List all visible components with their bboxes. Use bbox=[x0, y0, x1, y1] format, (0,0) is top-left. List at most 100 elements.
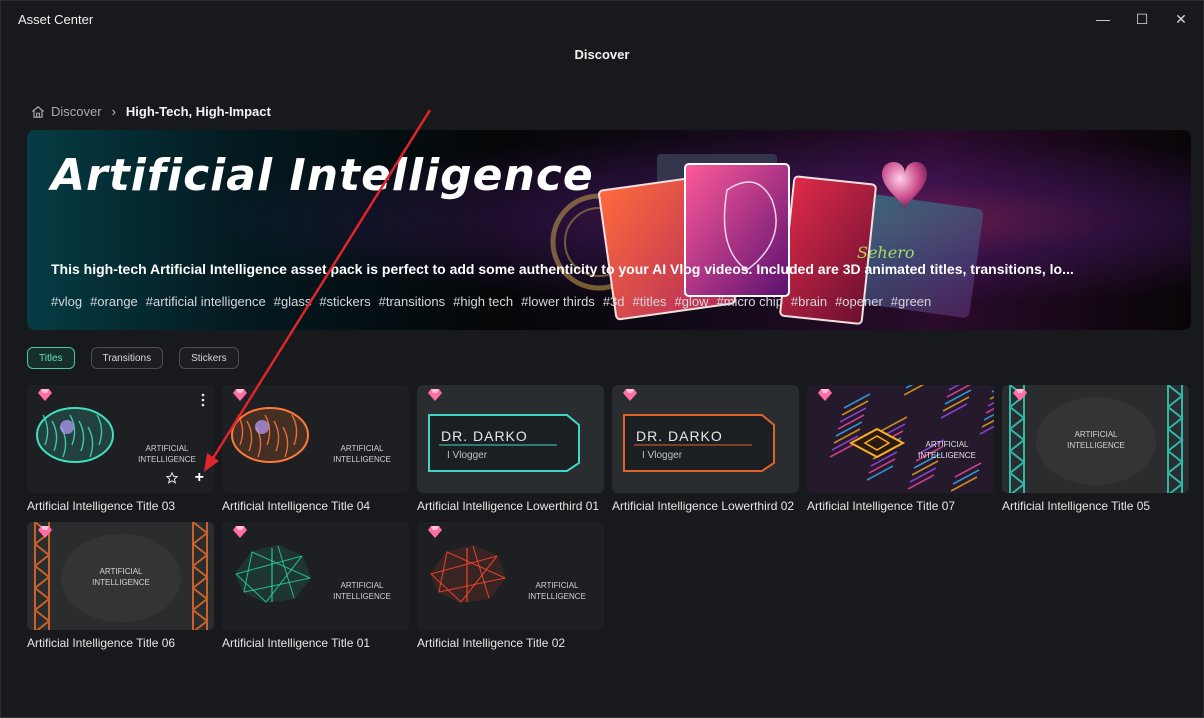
tag-item[interactable]: #titles bbox=[633, 294, 667, 309]
premium-gem-icon bbox=[428, 526, 442, 538]
svg-text:INTELLIGENCE: INTELLIGENCE bbox=[528, 592, 586, 601]
premium-gem-icon bbox=[233, 526, 247, 538]
svg-text:I Vlogger: I Vlogger bbox=[447, 450, 488, 461]
svg-text:INTELLIGENCE: INTELLIGENCE bbox=[333, 592, 391, 601]
svg-text:ARTIFICIAL: ARTIFICIAL bbox=[100, 567, 144, 576]
asset-thumbnail[interactable]: ARTIFICIAL INTELLIGENCE + bbox=[27, 385, 214, 493]
svg-text:INTELLIGENCE: INTELLIGENCE bbox=[138, 455, 196, 464]
maximize-button[interactable]: ☐ bbox=[1128, 7, 1156, 31]
asset-thumbnail[interactable]: ARTIFICIAL INTELLIGENCE bbox=[222, 385, 409, 493]
title-bar: Asset Center — ☐ ✕ bbox=[1, 1, 1203, 37]
asset-thumbnail[interactable]: ARTIFICIAL INTELLIGENCE bbox=[27, 522, 214, 630]
asset-thumbnail[interactable]: ARTIFICIAL INTELLIGENCE bbox=[222, 522, 409, 630]
svg-text:DR. DARKO: DR. DARKO bbox=[636, 428, 723, 444]
premium-gem-icon bbox=[233, 389, 247, 401]
breadcrumb-separator: › bbox=[111, 104, 116, 119]
tag-item[interactable]: #brain bbox=[791, 294, 827, 309]
svg-text:ARTIFICIAL: ARTIFICIAL bbox=[1075, 430, 1119, 439]
asset-card[interactable]: ARTIFICIAL INTELLIGENCE Artificial Intelli… bbox=[27, 522, 214, 650]
breadcrumb: Discover › High-Tech, High-Impact bbox=[31, 104, 271, 119]
asset-title: Artificial Intelligence Lowerthird 01 bbox=[417, 499, 600, 513]
svg-text:INTELLIGENCE: INTELLIGENCE bbox=[918, 451, 976, 460]
thumbnail-preview: ARTIFICIAL INTELLIGENCE bbox=[1002, 385, 1189, 493]
asset-card[interactable]: ARTIFICIAL INTELLIGENCE Artificial Intelli… bbox=[417, 522, 604, 650]
tag-item[interactable]: #glow bbox=[674, 294, 708, 309]
app-title: Asset Center bbox=[18, 12, 94, 27]
tag-item[interactable]: #vlog bbox=[51, 294, 82, 309]
asset-title: Artificial Intelligence Title 04 bbox=[222, 499, 371, 513]
banner-description: This high-tech Artificial Intelligence a… bbox=[51, 261, 1074, 277]
svg-text:ARTIFICIAL: ARTIFICIAL bbox=[536, 581, 580, 590]
premium-gem-icon bbox=[623, 389, 637, 401]
tag-item[interactable]: #artificial intelligence bbox=[146, 294, 266, 309]
close-button[interactable]: ✕ bbox=[1167, 7, 1195, 31]
asset-title: Artificial Intelligence Lowerthird 02 bbox=[612, 499, 795, 513]
thumbnail-preview: ARTIFICIAL INTELLIGENCE bbox=[807, 385, 994, 493]
svg-text:INTELLIGENCE: INTELLIGENCE bbox=[92, 578, 150, 587]
asset-card[interactable]: DR. DARKO I Vlogger Artificial Intelligenc… bbox=[417, 385, 604, 513]
asset-title: Artificial Intelligence Title 06 bbox=[27, 636, 176, 650]
asset-thumbnail[interactable]: ARTIFICIAL INTELLIGENCE bbox=[1002, 385, 1189, 493]
asset-thumbnail[interactable]: ARTIFICIAL INTELLIGENCE bbox=[417, 522, 604, 630]
asset-card[interactable]: ARTIFICIAL INTELLIGENCE Artificial Intelli… bbox=[1002, 385, 1189, 513]
tag-item[interactable]: #green bbox=[891, 294, 931, 309]
filter-tab-titles[interactable]: Titles bbox=[27, 347, 75, 369]
tag-item[interactable]: #stickers bbox=[319, 294, 370, 309]
svg-text:ARTIFICIAL: ARTIFICIAL bbox=[926, 440, 970, 449]
premium-gem-icon bbox=[38, 526, 52, 538]
tag-item[interactable]: #3d bbox=[603, 294, 625, 309]
asset-title: Artificial Intelligence Title 03 bbox=[27, 499, 176, 513]
svg-text:ARTIFICIAL: ARTIFICIAL bbox=[341, 444, 385, 453]
minimize-button[interactable]: — bbox=[1089, 7, 1117, 31]
star-icon[interactable] bbox=[166, 472, 178, 484]
tag-item[interactable]: #glass bbox=[274, 294, 312, 309]
asset-thumbnail[interactable]: ARTIFICIAL INTELLIGENCE bbox=[807, 385, 994, 493]
thumbnail-preview: ARTIFICIAL INTELLIGENCE bbox=[27, 385, 214, 493]
svg-text:ARTIFICIAL: ARTIFICIAL bbox=[341, 581, 385, 590]
breadcrumb-current: High-Tech, High-Impact bbox=[125, 104, 271, 119]
svg-text:ARTIFICIAL: ARTIFICIAL bbox=[146, 444, 190, 453]
tag-item[interactable]: #orange bbox=[90, 294, 138, 309]
thumbnail-preview: ARTIFICIAL INTELLIGENCE bbox=[222, 522, 409, 630]
breadcrumb-home[interactable]: Discover bbox=[31, 104, 102, 119]
asset-thumbnail[interactable]: DR. DARKO I Vlogger bbox=[417, 385, 604, 493]
page-title: Discover bbox=[574, 47, 630, 62]
premium-gem-icon bbox=[38, 389, 52, 401]
asset-card[interactable]: ARTIFICIAL INTELLIGENCE Artificial Intelli… bbox=[222, 385, 409, 513]
tag-list: #vlog #orange #artificial intelligence #gla… bbox=[51, 294, 931, 309]
asset-title: Artificial Intelligence Title 05 bbox=[1002, 499, 1151, 513]
breadcrumb-home-label: Discover bbox=[51, 104, 102, 119]
asset-card[interactable]: ARTIFICIAL INTELLIGENCE Artificial Intelli… bbox=[807, 385, 994, 513]
asset-card[interactable]: ARTIFICIAL INTELLIGENCE + Artificial Intell… bbox=[27, 385, 214, 513]
more-vertical-icon[interactable] bbox=[200, 393, 206, 407]
home-icon bbox=[32, 105, 44, 118]
filter-tabs: Titles Transitions Stickers bbox=[27, 347, 239, 369]
asset-card[interactable]: DR. DARKO I Vlogger Artificial Intelligenc… bbox=[612, 385, 799, 513]
thumbnail-preview: ARTIFICIAL INTELLIGENCE bbox=[417, 522, 604, 630]
tag-item[interactable]: #opener bbox=[835, 294, 883, 309]
asset-card[interactable]: ARTIFICIAL INTELLIGENCE Artificial Intelli… bbox=[222, 522, 409, 650]
asset-center-window: Asset Center — ☐ ✕ Discover Discover › H… bbox=[0, 0, 1204, 718]
premium-gem-icon bbox=[428, 389, 442, 401]
tag-item[interactable]: #transitions bbox=[379, 294, 445, 309]
tag-item[interactable]: #lower thirds bbox=[521, 294, 595, 309]
filter-tab-stickers[interactable]: Stickers bbox=[179, 347, 239, 369]
premium-gem-icon bbox=[818, 389, 832, 401]
thumbnail-preview: DR. DARKO I Vlogger bbox=[612, 385, 799, 493]
tag-item[interactable]: #high tech bbox=[453, 294, 513, 309]
plus-icon[interactable]: + bbox=[195, 470, 204, 486]
banner-title: Artificial Intelligence bbox=[51, 150, 594, 201]
svg-text:I Vlogger: I Vlogger bbox=[642, 450, 683, 461]
asset-title: Artificial Intelligence Title 01 bbox=[222, 636, 371, 650]
svg-text:DR. DARKO: DR. DARKO bbox=[441, 428, 528, 444]
thumbnail-preview: DR. DARKO I Vlogger bbox=[417, 385, 604, 493]
thumbnail-preview: ARTIFICIAL INTELLIGENCE bbox=[27, 522, 214, 630]
collection-banner: Sehero Artificial Intelligence This high… bbox=[27, 130, 1191, 330]
filter-tab-transitions[interactable]: Transitions bbox=[90, 347, 164, 369]
thumbnail-preview: ARTIFICIAL INTELLIGENCE bbox=[222, 385, 409, 493]
tag-item[interactable]: #micro chip bbox=[716, 294, 782, 309]
asset-title: Artificial Intelligence Title 02 bbox=[417, 636, 566, 650]
premium-gem-icon bbox=[1013, 389, 1027, 401]
svg-text:INTELLIGENCE: INTELLIGENCE bbox=[1067, 441, 1125, 450]
asset-thumbnail[interactable]: DR. DARKO I Vlogger bbox=[612, 385, 799, 493]
